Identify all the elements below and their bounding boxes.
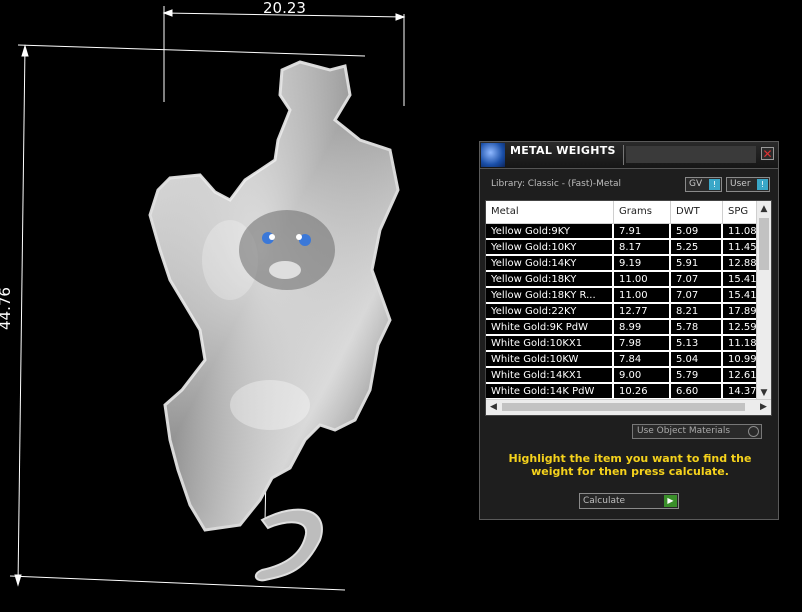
table-row[interactable]: White Gold:14K PdW 10.26 6.60 14.37 — [486, 384, 766, 400]
table-cell: Yellow Gold:14KY — [486, 256, 612, 271]
table-cell: 5.09 — [671, 224, 721, 239]
column-header-metal[interactable]: Metal — [486, 201, 614, 223]
table-row[interactable]: White Gold:9K PdW 8.99 5.78 12.59 — [486, 320, 766, 336]
play-arrow-icon: ▶ — [664, 495, 677, 507]
horizontal-scrollbar[interactable]: ◀ ▶ — [486, 399, 771, 415]
scroll-right-icon[interactable]: ▶ — [757, 400, 770, 414]
user-toggle[interactable]: User ! — [726, 177, 770, 192]
gv-toggle-icon: ! — [709, 179, 720, 190]
instruction-text: Highlight the item you want to find the … — [508, 452, 752, 478]
table-row[interactable]: Yellow Gold:10KY 8.17 5.25 11.45 — [486, 240, 766, 256]
table-row[interactable]: Yellow Gold:18KY R... 11.00 7.07 15.41 — [486, 288, 766, 304]
table-cell: 12.77 — [614, 304, 669, 319]
table-cell: Yellow Gold:10KY — [486, 240, 612, 255]
table-row[interactable]: Yellow Gold:22KY 12.77 8.21 17.89 — [486, 304, 766, 320]
vertical-scroll-thumb[interactable] — [759, 218, 769, 270]
scroll-down-icon[interactable]: ▼ — [757, 387, 771, 399]
table-cell: 5.04 — [671, 352, 721, 367]
table-cell: White Gold:14KX1 — [486, 368, 612, 383]
table-header: Metal Grams DWT SPG — [486, 201, 756, 224]
table-cell: 7.07 — [671, 272, 721, 287]
table-cell: 9.19 — [614, 256, 669, 271]
scroll-up-icon[interactable]: ▲ — [757, 203, 771, 215]
table-cell: 8.17 — [614, 240, 669, 255]
table-cell: 5.91 — [671, 256, 721, 271]
vertical-scrollbar[interactable]: ▲ ▼ — [756, 201, 771, 401]
user-toggle-label: User — [730, 179, 751, 189]
table-cell: 5.79 — [671, 368, 721, 383]
table-cell: White Gold:14K PdW — [486, 384, 612, 399]
table-cell: 8.99 — [614, 320, 669, 335]
calculate-label: Calculate — [583, 496, 626, 506]
close-button[interactable]: ✕ — [761, 147, 774, 160]
column-header-grams[interactable]: Grams — [614, 201, 671, 223]
table-row[interactable]: White Gold:10KW 7.84 5.04 10.99 — [486, 352, 766, 368]
gv-toggle[interactable]: GV ! — [685, 177, 722, 192]
table-cell: Yellow Gold:22KY — [486, 304, 612, 319]
panel-titlebar[interactable]: METAL WEIGHTS ✕ — [480, 142, 778, 169]
table-cell: 11.00 — [614, 272, 669, 287]
table-row[interactable]: White Gold:14KX1 9.00 5.79 12.61 — [486, 368, 766, 384]
app-logo-icon — [481, 143, 505, 167]
table-row[interactable]: Yellow Gold:14KY 9.19 5.91 12.88 — [486, 256, 766, 272]
radio-icon — [748, 426, 759, 437]
table-cell: 8.21 — [671, 304, 721, 319]
table-cell: 5.78 — [671, 320, 721, 335]
cat-pendant-model — [148, 60, 400, 582]
title-divider — [623, 145, 624, 165]
table-row[interactable]: White Gold:10KX1 7.98 5.13 11.18 — [486, 336, 766, 352]
height-dimension-label: 44.76 — [0, 287, 14, 330]
calculate-button[interactable]: Calculate ▶ — [579, 493, 679, 509]
use-object-materials-label: Use Object Materials — [637, 426, 731, 436]
gv-toggle-label: GV — [689, 179, 703, 189]
table-cell: 5.13 — [671, 336, 721, 351]
table-cell: Yellow Gold:9KY — [486, 224, 612, 239]
table-row[interactable]: Yellow Gold:9KY 7.91 5.09 11.08 — [486, 224, 766, 240]
use-object-materials-toggle[interactable]: Use Object Materials — [632, 424, 762, 439]
table-cell: White Gold:10KW — [486, 352, 612, 367]
table-cell: 7.91 — [614, 224, 669, 239]
metal-weights-panel: METAL WEIGHTS ✕ Library: Classic - (Fast… — [479, 141, 779, 520]
table-cell: 9.00 — [614, 368, 669, 383]
table-cell: White Gold:9K PdW — [486, 320, 612, 335]
table-cell: 6.60 — [671, 384, 721, 399]
scroll-left-icon[interactable]: ◀ — [487, 400, 500, 414]
table-cell: 7.98 — [614, 336, 669, 351]
metal-table[interactable]: Metal Grams DWT SPG Yellow Gold:9KY 7.91 5… — [485, 200, 772, 416]
user-toggle-icon: ! — [757, 179, 768, 190]
table-cell: Yellow Gold:18KY — [486, 272, 612, 287]
table-cell: 11.00 — [614, 288, 669, 303]
title-drag-area[interactable] — [626, 146, 756, 163]
table-cell: 7.07 — [671, 288, 721, 303]
table-row[interactable]: Yellow Gold:18KY 11.00 7.07 15.41 — [486, 272, 766, 288]
column-header-dwt[interactable]: DWT — [671, 201, 723, 223]
library-label: Library: Classic - (Fast)-Metal — [491, 179, 622, 189]
table-cell: 7.84 — [614, 352, 669, 367]
table-cell: 10.26 — [614, 384, 669, 399]
table-cell: 5.25 — [671, 240, 721, 255]
panel-title: METAL WEIGHTS — [510, 144, 616, 157]
table-body: Yellow Gold:9KY 7.91 5.09 11.08 Yellow Gold:… — [486, 224, 763, 400]
table-cell: White Gold:10KX1 — [486, 336, 612, 351]
horizontal-scroll-thumb[interactable] — [502, 403, 745, 411]
width-dimension-label: 20.23 — [263, 0, 306, 17]
table-cell: Yellow Gold:18KY R... — [486, 288, 612, 303]
